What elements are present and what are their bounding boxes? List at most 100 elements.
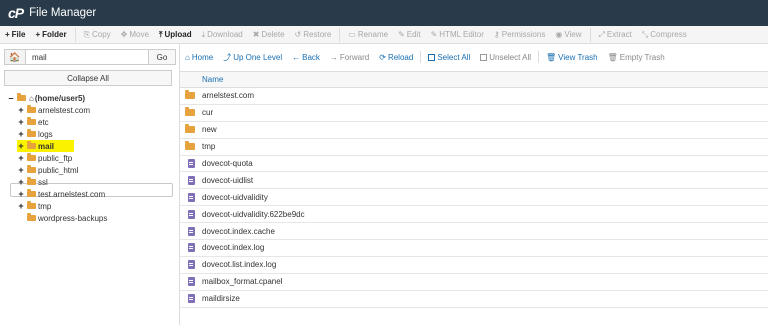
tree-item-label: ssl [38,177,48,187]
eye-icon: ◉ [555,30,563,39]
table-row[interactable]: arnelstest.com [180,88,768,105]
compress-icon: ⤡ [641,29,649,39]
back-button[interactable]: ← Back [287,53,325,62]
file-name[interactable]: dovecot-uidvalidity.622be9dc [202,210,305,219]
unselect-all-button[interactable]: Unselect All [475,53,536,62]
file-name[interactable]: cur [202,108,213,117]
folder-icon [27,129,36,137]
tree-item-label: wordpress-backups [38,213,108,223]
file-name[interactable]: maildirsize [202,294,240,303]
view-trash-button[interactable]: 🗑 View Trash [541,53,603,62]
up-one-level-button[interactable]: ⤴ Up One Level [218,52,287,63]
expand-icon[interactable]: + [17,141,25,151]
tree-item-wordpress-backups[interactable]: wordpress-backups [25,212,107,224]
restore-button[interactable]: ↺ Restore [290,26,337,44]
file-name[interactable]: new [202,125,217,134]
file-name[interactable]: mailbox_format.cpanel [202,277,282,286]
forward-button[interactable]: → Forward [325,53,374,62]
file-name[interactable]: dovecot.index.cache [202,227,275,236]
toolbar-divider [74,27,76,42]
tree-item-home-user5[interactable]: – ⌂ (home/user5) [7,92,85,104]
copy-button[interactable]: ⎘ Copy [79,26,116,44]
collapse-all-button[interactable]: Collapse All [4,70,172,86]
extract-icon: ⤢ [598,29,605,39]
folder-icon [27,105,36,113]
expand-icon[interactable]: + [17,165,25,175]
table-row[interactable]: new [180,122,768,139]
main-panel: ⌂ Home ⤴ Up One Level ← Back → Forward ⟳ Reload Se… [180,44,768,325]
edit-icon: ✎ [398,30,405,39]
home-button[interactable]: ⌂ Home [180,53,218,62]
new-file-button[interactable]: + File [0,26,30,44]
tree-item-logs[interactable]: + logs [17,128,53,140]
rename-button[interactable]: ▭ Rename [343,26,393,44]
table-row[interactable]: dovecot.index.log [180,240,768,257]
upload-button[interactable]: ⤒ Upload [154,26,197,44]
reload-button[interactable]: ⟳ Reload [374,53,418,62]
expand-icon[interactable]: + [17,105,25,115]
move-icon: ✥ [120,30,128,39]
table-row[interactable]: dovecot-uidvalidity.622be9dc [180,206,768,224]
tree-item-ssl[interactable]: + ssl [17,176,48,188]
tree-item-arnelstest-com[interactable]: + arnelstest.com [17,104,90,116]
go-button[interactable]: Go [148,49,176,65]
file-rows: arnelstest.com cur new tmp dovecot-quota dove… [180,88,768,308]
home-icon[interactable]: 🏠 [4,49,26,65]
table-row[interactable]: tmp [180,139,768,156]
html-editor-button[interactable]: ✎ HTML Editor [426,26,489,44]
folder-icon [185,90,195,100]
expand-icon[interactable]: + [17,189,25,199]
folder-icon [27,117,36,125]
view-button[interactable]: ◉ View [550,26,586,44]
expand-icon[interactable]: + [17,129,25,139]
file-name[interactable]: dovecot-quota [202,159,253,168]
extract-button[interactable]: ⤢ Extract [594,26,637,44]
table-row[interactable]: dovecot-quota [180,156,768,173]
table-row[interactable]: dovecot-uidvalidity [180,189,768,207]
back-button-label: Back [302,52,320,62]
tree-item-test-arnelstest-com[interactable]: + test.arnelstest.com [17,188,105,200]
table-row[interactable]: cur [180,105,768,122]
collapse-icon[interactable]: – [7,93,15,103]
table-row[interactable]: mailbox_format.cpanel [180,274,768,291]
column-header-name[interactable]: Name [180,71,768,88]
tree-item-tmp[interactable]: + tmp [17,200,51,212]
download-button[interactable]: ⤓ Download [197,26,248,44]
file-name[interactable]: tmp [202,142,215,151]
delete-button[interactable]: ✖ Delete [248,26,290,44]
file-name[interactable]: dovecot-uidlist [202,176,253,185]
tree-item-label: logs [38,129,53,139]
tree-item-etc[interactable]: + etc [17,116,49,128]
folder-icon [27,189,36,197]
file-name[interactable]: dovecot.list.index.log [202,260,276,269]
edit-button[interactable]: ✎ Edit [393,26,426,44]
folder-icon [27,177,36,185]
tree-item-public-html[interactable]: + public_html [17,164,78,176]
compress-button[interactable]: ⤡ Compress [637,26,692,44]
table-row[interactable]: maildirsize [180,291,768,308]
empty-trash-button[interactable]: 🗑 Empty Trash [603,53,670,62]
table-row[interactable]: dovecot.list.index.log [180,257,768,274]
file-name[interactable]: dovecot.index.log [202,243,264,252]
search-input[interactable] [26,49,148,65]
new-folder-button[interactable]: + Folder [30,26,71,44]
expand-icon[interactable]: + [17,117,25,127]
table-row[interactable]: dovecot-uidlist [180,172,768,190]
nav-divider [538,51,540,63]
file-icon [187,260,195,270]
expand-icon[interactable]: + [17,177,25,187]
folder-icon [185,141,195,151]
table-row[interactable]: dovecot.index.cache [180,223,768,241]
file-icon [187,159,195,168]
file-name[interactable]: arnelstest.com [202,91,254,100]
permissions-button[interactable]: ⚷ Permissions [489,26,550,44]
expand-icon[interactable]: + [17,201,25,211]
tree-item-public-ftp[interactable]: + public_ftp [17,152,72,164]
tree-item-mail[interactable]: + mail [17,140,75,152]
file-icon [187,243,195,253]
folder-icon [27,213,36,221]
move-button[interactable]: ✥ Move [116,26,154,44]
file-name[interactable]: dovecot-uidvalidity [202,193,268,202]
expand-icon[interactable]: + [17,153,25,163]
select-all-button[interactable]: Select All [423,53,475,62]
